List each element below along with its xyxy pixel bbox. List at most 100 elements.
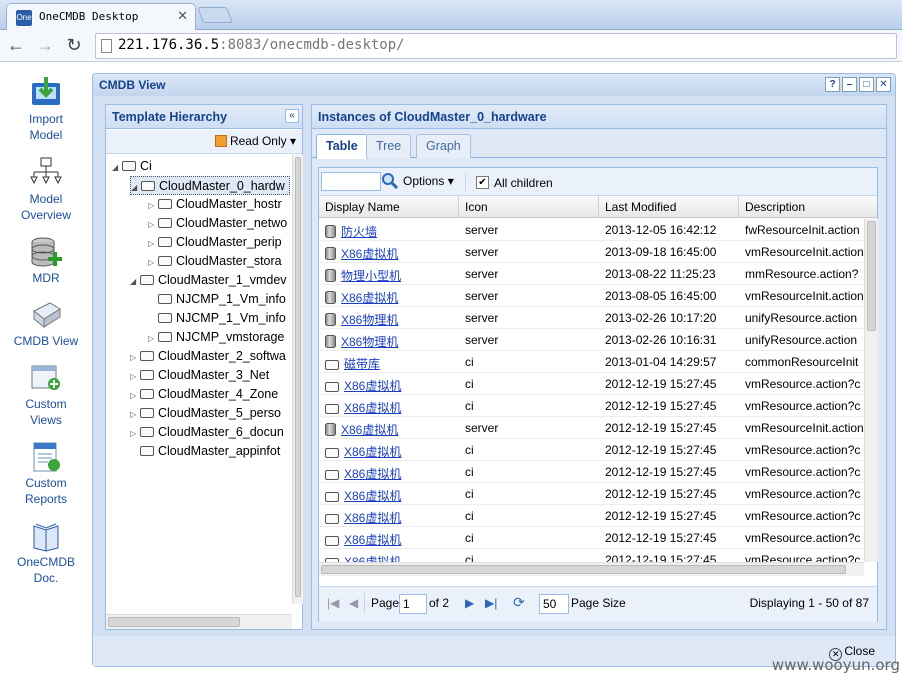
- launcher-import-model[interactable]: Import Model: [6, 77, 86, 143]
- launcher-model-overview[interactable]: Model Overview: [6, 157, 86, 223]
- forward-arrow-icon[interactable]: →: [34, 34, 56, 56]
- tree-node[interactable]: ◢ CloudMaster_1_vmdev: [130, 271, 287, 290]
- table-row[interactable]: X86虚拟机 ci 2012-12-19 15:27:45 vmResource.ac…: [319, 461, 864, 483]
- tree-node[interactable]: ▷ CloudMaster_3_Net: [130, 366, 269, 385]
- tree-node[interactable]: ▷ CloudMaster_stora: [148, 252, 282, 271]
- prev-page-icon[interactable]: ◀: [349, 596, 358, 610]
- tree-expanded-arrow-icon[interactable]: ◢: [130, 272, 140, 291]
- tree-node[interactable]: NJCMP_1_Vm_info: [148, 309, 286, 328]
- tree-horizontal-scrollbar[interactable]: [106, 614, 292, 629]
- table-row[interactable]: X86虚拟机 ci 2012-12-19 15:27:45 vmResource.ac…: [319, 549, 864, 562]
- tree-collapsed-arrow-icon[interactable]: ▷: [130, 367, 140, 386]
- table-row[interactable]: X86虚拟机 ci 2012-12-19 15:27:45 vmResource.ac…: [319, 439, 864, 461]
- search-icon[interactable]: [381, 172, 399, 190]
- tree-node[interactable]: ▷ CloudMaster_netwo: [148, 214, 287, 233]
- instance-link[interactable]: 磁带库: [344, 357, 380, 371]
- search-input[interactable]: [321, 172, 381, 191]
- instance-link[interactable]: X86虚拟机: [341, 423, 398, 437]
- reload-icon[interactable]: ↻: [63, 34, 85, 56]
- tab-graph[interactable]: Graph: [416, 134, 471, 158]
- read-only-menu[interactable]: Read Only ▾: [214, 134, 296, 148]
- table-row[interactable]: X86物理机 server 2013-02-26 10:17:20 unifyReso…: [319, 307, 864, 329]
- tree-collapsed-arrow-icon[interactable]: ▷: [148, 253, 158, 272]
- tree-node[interactable]: CloudMaster_appinfot: [130, 442, 280, 461]
- table-row[interactable]: X86虚拟机 server 2013-09-18 16:45:00 vmResourc…: [319, 241, 864, 263]
- tree-node[interactable]: ▷ CloudMaster_2_softwa: [130, 347, 286, 366]
- tree-node[interactable]: ▷ NJCMP_vmstorage: [148, 328, 284, 347]
- options-menu-button[interactable]: Options ▾: [403, 174, 454, 188]
- tree-collapsed-arrow-icon[interactable]: ▷: [130, 405, 140, 424]
- collapse-panel-icon[interactable]: «: [285, 109, 299, 123]
- grid-vertical-scrollbar[interactable]: [864, 219, 878, 562]
- instance-link[interactable]: 防火墙: [341, 225, 377, 239]
- next-page-icon[interactable]: ▶: [465, 596, 474, 610]
- instance-link[interactable]: X86虚拟机: [344, 555, 401, 562]
- table-row[interactable]: X86物理机 server 2013-02-26 10:16:31 unifyReso…: [319, 329, 864, 351]
- scrollbar-thumb[interactable]: [867, 221, 876, 331]
- launcher-custom-views[interactable]: Custom Views: [6, 362, 86, 428]
- instance-link[interactable]: X86虚拟机: [341, 247, 398, 261]
- tree-node[interactable]: ▷ CloudMaster_6_docun: [130, 423, 284, 442]
- table-row[interactable]: X86虚拟机 ci 2012-12-19 15:27:45 vmResource.ac…: [319, 373, 864, 395]
- tree-node[interactable]: ▷ CloudMaster_5_perso: [130, 404, 281, 423]
- instance-link[interactable]: X86虚拟机: [344, 511, 401, 525]
- instance-link[interactable]: X86物理机: [341, 313, 398, 327]
- tree-collapsed-arrow-icon[interactable]: ▷: [130, 348, 140, 367]
- tree-collapsed-arrow-icon[interactable]: ▷: [148, 196, 158, 215]
- instance-link[interactable]: X86虚拟机: [344, 445, 401, 459]
- scrollbar-thumb[interactable]: [295, 157, 301, 597]
- instance-link[interactable]: X86虚拟机: [341, 291, 398, 305]
- table-row[interactable]: X86虚拟机 server 2013-08-05 16:45:00 vmResourc…: [319, 285, 864, 307]
- table-row[interactable]: X86虚拟机 ci 2012-12-19 15:27:45 vmResource.ac…: [319, 395, 864, 417]
- column-last-modified[interactable]: Last Modified: [599, 196, 739, 218]
- tree-vertical-scrollbar[interactable]: [292, 155, 303, 604]
- instance-link[interactable]: X86虚拟机: [344, 533, 401, 547]
- maximize-icon[interactable]: □: [859, 77, 874, 92]
- tree-collapsed-arrow-icon[interactable]: ▷: [148, 329, 158, 348]
- tab-close-icon[interactable]: ✕: [177, 8, 188, 24]
- tree-node[interactable]: ▷ CloudMaster_4_Zone: [130, 385, 278, 404]
- instance-link[interactable]: 物理小型机: [341, 269, 401, 283]
- close-icon[interactable]: ✕: [876, 77, 891, 92]
- tree-node[interactable]: ◢ CloudMaster_0_hardw: [130, 176, 290, 195]
- column-icon[interactable]: Icon: [459, 196, 599, 218]
- instance-link[interactable]: X86虚拟机: [344, 467, 401, 481]
- scrollbar-thumb[interactable]: [108, 617, 240, 627]
- window-header[interactable]: CMDB View ? – □ ✕: [93, 74, 895, 96]
- tab-tree[interactable]: Tree: [366, 134, 412, 158]
- launcher-custom-reports[interactable]: Custom Reports: [6, 441, 86, 507]
- tree-collapsed-arrow-icon[interactable]: ▷: [148, 215, 158, 234]
- table-row[interactable]: 物理小型机 server 2013-08-22 11:25:23 mmResource…: [319, 263, 864, 285]
- launcher-mdr[interactable]: MDR: [6, 236, 86, 286]
- tree-node[interactable]: ▷ CloudMaster_hostr: [148, 195, 282, 214]
- last-page-icon[interactable]: ▶|: [485, 596, 497, 610]
- new-tab-button[interactable]: [197, 7, 233, 23]
- tree-collapsed-arrow-icon[interactable]: ▷: [148, 234, 158, 253]
- instance-link[interactable]: X86虚拟机: [344, 379, 401, 393]
- help-icon[interactable]: ?: [825, 77, 840, 92]
- column-description[interactable]: Description: [739, 196, 879, 218]
- tree-node[interactable]: ▷ CloudMaster_perip: [148, 233, 282, 252]
- first-page-icon[interactable]: |◀: [327, 596, 339, 610]
- all-children-checkbox[interactable]: ✔: [476, 176, 489, 189]
- grid-horizontal-scrollbar[interactable]: [319, 562, 864, 576]
- instance-link[interactable]: X86物理机: [341, 335, 398, 349]
- tree-collapsed-arrow-icon[interactable]: ▷: [130, 424, 140, 443]
- back-arrow-icon[interactable]: ←: [5, 34, 27, 56]
- table-row[interactable]: 防火墙 server 2013-12-05 16:42:12 fwResourceIn…: [319, 219, 864, 241]
- scrollbar-thumb[interactable]: [321, 565, 846, 574]
- tab-table[interactable]: Table: [316, 134, 368, 159]
- table-row[interactable]: X86虚拟机 ci 2012-12-19 15:27:45 vmResource.ac…: [319, 527, 864, 549]
- page-number-input[interactable]: [399, 594, 427, 614]
- tree-expanded-arrow-icon[interactable]: ◢: [112, 158, 122, 177]
- tree-expanded-arrow-icon[interactable]: ◢: [131, 178, 141, 197]
- column-display-name[interactable]: Display Name: [319, 196, 459, 218]
- launcher-cmdb-view[interactable]: CMDB View: [6, 299, 86, 349]
- table-row[interactable]: 磁带库 ci 2013-01-04 14:29:57 commonResourceIn…: [319, 351, 864, 373]
- tree-node[interactable]: NJCMP_1_Vm_info: [148, 290, 286, 309]
- launcher-onecmdb-doc[interactable]: OneCMDB Doc.: [6, 520, 86, 586]
- table-row[interactable]: X86虚拟机 ci 2012-12-19 15:27:45 vmResource.ac…: [319, 483, 864, 505]
- refresh-icon[interactable]: ⟳: [513, 594, 525, 611]
- page-size-input[interactable]: [539, 594, 569, 614]
- address-bar[interactable]: 221.176.36.5:8083/onecmdb-desktop/: [95, 33, 897, 59]
